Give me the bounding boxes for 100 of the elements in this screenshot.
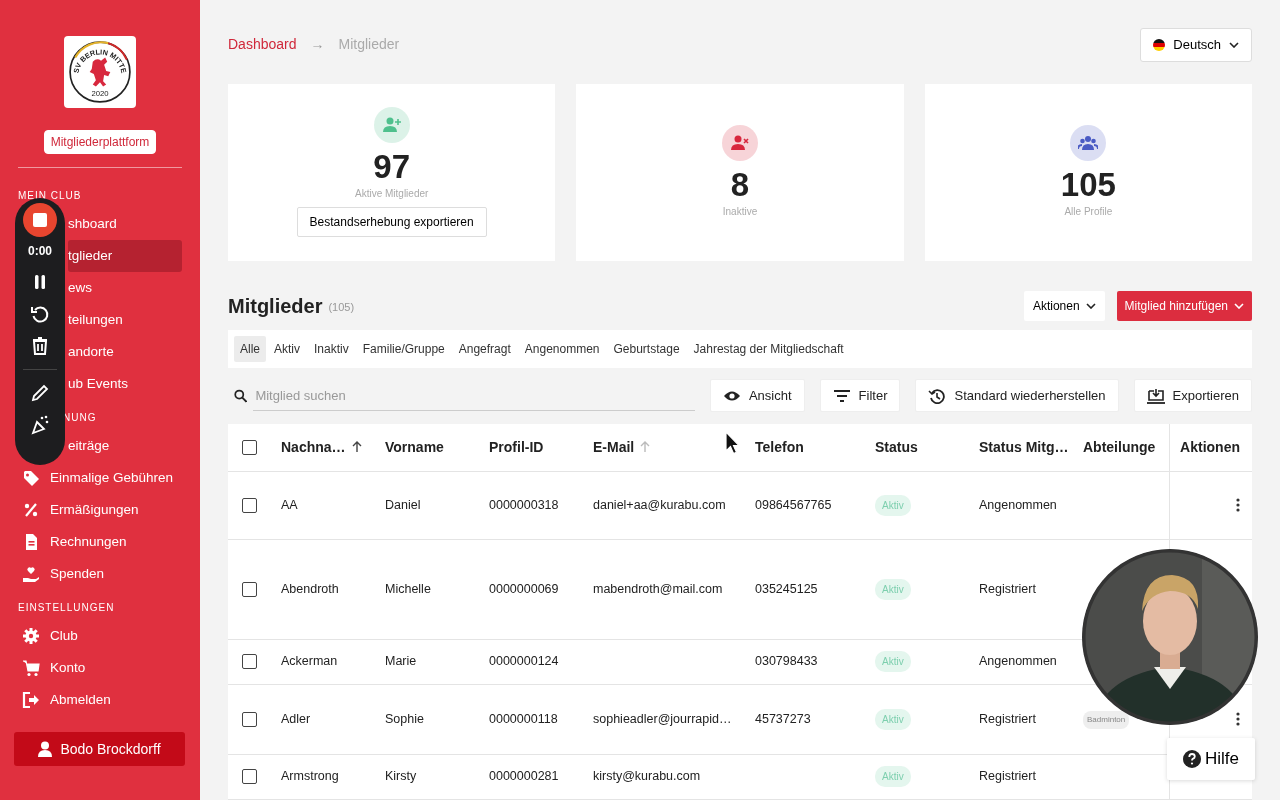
filter-icon: [832, 387, 851, 404]
sidebar-item[interactable]: Abmelden: [18, 684, 182, 716]
sidebar-item[interactable]: Rechnungen: [18, 526, 182, 558]
help-button[interactable]: Hilfe: [1167, 738, 1255, 780]
sidebar-item[interactable]: ub Events: [68, 368, 182, 400]
sidebar-item[interactable]: Ermäßigungen: [18, 494, 182, 526]
more-icon[interactable]: [1236, 712, 1240, 726]
department-tag: Badminton: [1083, 711, 1130, 729]
status-badge: Aktiv: [875, 651, 911, 672]
table-cell: Daniel: [385, 497, 421, 512]
column-header: Status: [875, 437, 919, 457]
language-dropdown[interactable]: Deutsch: [1140, 28, 1252, 62]
actions-dropdown[interactable]: Aktionen: [1023, 290, 1105, 321]
section-heading: Mitglieder: [228, 293, 323, 319]
search-field[interactable]: Mitglied suchen: [253, 380, 695, 411]
confetti-icon[interactable]: [29, 414, 51, 436]
filter-tab[interactable]: Angefragt: [452, 335, 517, 362]
sidebar-item[interactable]: shboard: [68, 208, 182, 240]
column-header: Profil-ID: [489, 437, 545, 457]
table-cell: 0000000118: [489, 711, 558, 726]
user-button[interactable]: Bodo Brockdorff: [14, 732, 185, 766]
add-member-button[interactable]: Mitglied hinzufügen: [1116, 290, 1252, 321]
table-cell: 030798433: [755, 654, 818, 669]
table-cell: Angenommen: [979, 497, 1057, 512]
sidebar-item[interactable]: Einmalige Gebühren: [18, 462, 182, 494]
hand-heart-icon: [22, 565, 40, 583]
section-title: MEIN CLUB: [18, 189, 82, 203]
sidebar-item[interactable]: Konto: [18, 652, 182, 684]
cursor-icon: [725, 431, 739, 455]
table-cell: Armstrong: [281, 769, 339, 784]
toolbar-button[interactable]: Exportieren: [1133, 378, 1252, 413]
caret-icon: [1229, 41, 1239, 48]
table-cell: 45737273: [755, 711, 811, 726]
checkbox[interactable]: [242, 654, 257, 669]
table-cell: 09864567765: [755, 497, 832, 512]
export-button[interactable]: Bestandserhebung exportieren: [296, 206, 487, 237]
checkbox[interactable]: [242, 711, 257, 727]
table-cell: Ackerman: [281, 654, 338, 669]
filter-tab[interactable]: Geburtstage: [607, 335, 686, 362]
percent-icon: [22, 501, 40, 519]
table-cell: kirsty@kurabu.com: [593, 769, 701, 784]
column-header[interactable]: Nachna…: [281, 436, 385, 458]
status-badge: Aktiv: [875, 578, 911, 600]
filter-tab[interactable]: Angenommen: [518, 335, 606, 362]
stop-recording-button[interactable]: [23, 203, 57, 237]
logout-icon: [22, 691, 40, 709]
table-cell: Registriert: [979, 581, 1036, 596]
caret-icon: [1234, 302, 1244, 309]
toolbar-button[interactable]: Standard wiederherstellen: [915, 378, 1119, 413]
search-icon: [234, 388, 248, 403]
stop-icon: [33, 213, 47, 227]
filter-tab[interactable]: Inaktiv: [308, 335, 355, 362]
checkbox[interactable]: [242, 439, 257, 455]
stat-label: Alle Profile: [1064, 204, 1113, 219]
sidebar-item[interactable]: Club: [18, 620, 182, 652]
checkbox[interactable]: [242, 769, 257, 784]
help-icon: [1183, 750, 1201, 768]
checkbox[interactable]: [242, 497, 257, 513]
stat-label: Inaktive: [722, 204, 758, 219]
stat-value: 105: [1060, 167, 1116, 204]
export-icon: [1146, 387, 1165, 404]
sidebar-item[interactable]: tglieder: [68, 240, 182, 272]
filter-tab[interactable]: Aktiv: [268, 335, 307, 362]
table-cell: 0000000069: [489, 581, 559, 596]
breadcrumb-link[interactable]: Dashboard: [228, 34, 297, 56]
sidebar-item[interactable]: Spenden: [18, 558, 182, 590]
breadcrumb-separator: →: [310, 35, 325, 55]
filter-tab[interactable]: Alle: [234, 335, 266, 362]
toolbar-button[interactable]: Ansicht: [709, 378, 805, 413]
checkbox[interactable]: [242, 581, 257, 597]
filter-tab[interactable]: Jahrestag der Mitgliedschaft: [687, 335, 850, 362]
table-cell: Marie: [385, 654, 417, 669]
sidebar-item[interactable]: ews: [68, 272, 182, 304]
settings-icon: [22, 627, 40, 645]
stat-value: 97: [373, 149, 410, 186]
platform-button[interactable]: Mitgliederplattform: [43, 130, 157, 154]
more-icon[interactable]: [1236, 498, 1240, 512]
filter-tab[interactable]: Familie/Gruppe: [356, 335, 451, 362]
recording-time: 0:00: [28, 243, 52, 260]
member-count: (105): [328, 300, 355, 316]
table-cell: 0000000124: [489, 654, 559, 669]
stat-label: Aktive Mitglieder: [355, 186, 429, 201]
pencil-icon[interactable]: [29, 382, 51, 404]
table-cell: 0000000281: [489, 769, 559, 784]
table-cell: Registriert: [979, 769, 1036, 784]
sidebar-item[interactable]: teilungen: [68, 304, 182, 336]
table-cell: Sophie: [385, 711, 424, 726]
sidebar-item[interactable]: eiträge: [68, 430, 182, 462]
status-badge: Aktiv: [875, 708, 911, 730]
user-icon: [38, 741, 53, 757]
stat-value: 8: [730, 167, 750, 204]
table-cell: Registriert: [979, 711, 1036, 726]
table-cell: AA: [281, 497, 298, 512]
table-cell: sophieadler@jourrapid…: [593, 711, 732, 726]
table-cell: Angenommen: [979, 654, 1057, 669]
sidebar-item[interactable]: andorte: [68, 336, 182, 368]
table-cell: Abendroth: [281, 581, 339, 596]
status-badge: Aktiv: [875, 766, 911, 787]
column-header[interactable]: E-Mail: [593, 436, 755, 458]
toolbar-button[interactable]: Filter: [819, 378, 901, 413]
